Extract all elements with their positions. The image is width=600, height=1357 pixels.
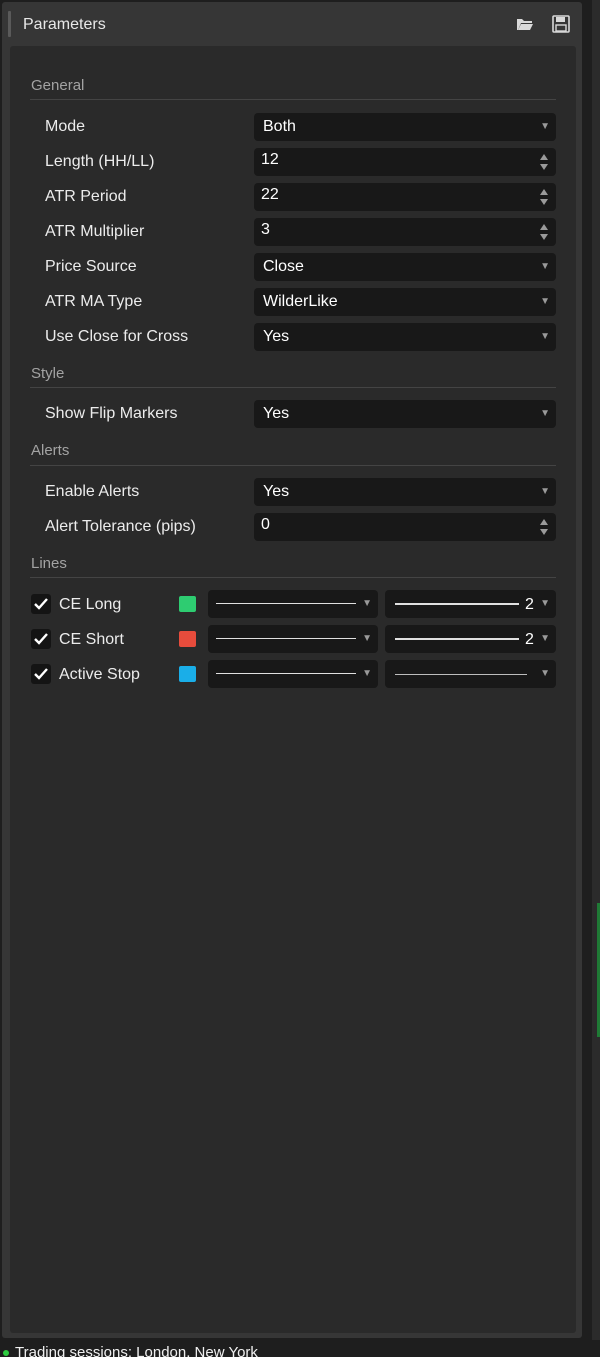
- panel-title: Parameters: [23, 16, 106, 33]
- label-alert-tolerance: Alert Tolerance (pips): [45, 518, 196, 535]
- parameters-content: General Mode Both ▼ Length (HH/LL) 12 AT…: [10, 46, 576, 1333]
- chevron-down-icon: ▼: [362, 668, 372, 679]
- mode-select[interactable]: Both ▼: [254, 113, 556, 141]
- section-title-general: General: [31, 77, 85, 94]
- chevron-down-icon: ▼: [362, 598, 372, 609]
- section-divider: [30, 99, 556, 100]
- chevron-down-icon: ▼: [540, 331, 550, 342]
- label-use-close-cross: Use Close for Cross: [45, 328, 189, 345]
- label-price-source: Price Source: [45, 258, 137, 275]
- chevron-down-icon: ▼: [540, 408, 550, 419]
- drag-handle[interactable]: [8, 11, 11, 37]
- chevron-down-icon: ▼: [540, 296, 550, 307]
- color-swatch-ce-long[interactable]: [179, 596, 196, 612]
- show-flip-markers-select[interactable]: Yes ▼: [254, 400, 556, 428]
- atr-period-input[interactable]: 22: [254, 183, 556, 211]
- label-mode: Mode: [45, 118, 86, 135]
- label-atr-period: ATR Period: [45, 188, 127, 205]
- spinner-icon[interactable]: [540, 152, 550, 172]
- price-source-select[interactable]: Close ▼: [254, 253, 556, 281]
- ce-long-checkbox[interactable]: [31, 594, 51, 614]
- line-label-ce-short: CE Short: [59, 631, 124, 648]
- color-swatch-ce-short[interactable]: [179, 631, 196, 647]
- panel-header: Parameters: [2, 2, 582, 44]
- label-atr-ma-type: ATR MA Type: [45, 293, 143, 310]
- label-length: Length (HH/LL): [45, 153, 155, 170]
- checkmark-icon: [34, 668, 48, 680]
- section-divider: [30, 577, 556, 578]
- active-stop-checkbox[interactable]: [31, 664, 51, 684]
- spinner-icon[interactable]: [540, 187, 550, 207]
- chevron-down-icon: ▼: [540, 486, 550, 497]
- checkmark-icon: [34, 633, 48, 645]
- status-dot-icon: [3, 1350, 9, 1356]
- line-style-select-ce-short[interactable]: ▼: [208, 625, 378, 653]
- color-swatch-active-stop[interactable]: [179, 666, 196, 682]
- line-style-select-active-stop[interactable]: ▼: [208, 660, 378, 688]
- line-style-select-ce-long[interactable]: ▼: [208, 590, 378, 618]
- open-folder-icon[interactable]: [515, 15, 535, 33]
- enable-alerts-select[interactable]: Yes ▼: [254, 478, 556, 506]
- use-close-cross-select[interactable]: Yes ▼: [254, 323, 556, 351]
- chevron-down-icon: ▼: [540, 261, 550, 272]
- section-title-lines: Lines: [31, 555, 67, 572]
- section-divider: [30, 465, 556, 466]
- chevron-down-icon: ▼: [540, 598, 550, 609]
- parameters-panel: Parameters General Mode Both ▼ Length (H…: [2, 2, 582, 1338]
- label-enable-alerts: Enable Alerts: [45, 483, 140, 500]
- line-label-ce-long: CE Long: [59, 596, 122, 613]
- section-divider: [30, 387, 556, 388]
- spinner-icon[interactable]: [540, 517, 550, 537]
- atr-ma-type-select[interactable]: WilderLike ▼: [254, 288, 556, 316]
- alert-tolerance-input[interactable]: 0: [254, 513, 556, 541]
- status-text: Trading sessions: London, New York: [15, 1344, 258, 1357]
- line-width-select-ce-long[interactable]: 2 ▼: [385, 590, 556, 618]
- chart-edge: [592, 0, 600, 1340]
- label-atr-multiplier: ATR Multiplier: [45, 223, 145, 240]
- chevron-down-icon: ▼: [540, 668, 550, 679]
- chevron-down-icon: ▼: [540, 121, 550, 132]
- section-title-alerts: Alerts: [31, 442, 70, 459]
- status-bar: Trading sessions: London, New York: [0, 1340, 600, 1357]
- chevron-down-icon: ▼: [540, 633, 550, 644]
- atr-multiplier-input[interactable]: 3: [254, 218, 556, 246]
- section-title-style: Style: [31, 365, 65, 382]
- save-icon[interactable]: [551, 15, 571, 33]
- checkmark-icon: [34, 598, 48, 610]
- line-label-active-stop: Active Stop: [59, 666, 140, 683]
- label-show-flip-markers: Show Flip Markers: [45, 405, 178, 422]
- ce-short-checkbox[interactable]: [31, 629, 51, 649]
- spinner-icon[interactable]: [540, 222, 550, 242]
- length-input[interactable]: 12: [254, 148, 556, 176]
- line-width-select-ce-short[interactable]: 2 ▼: [385, 625, 556, 653]
- line-width-select-active-stop[interactable]: ▼: [385, 660, 556, 688]
- chevron-down-icon: ▼: [362, 633, 372, 644]
